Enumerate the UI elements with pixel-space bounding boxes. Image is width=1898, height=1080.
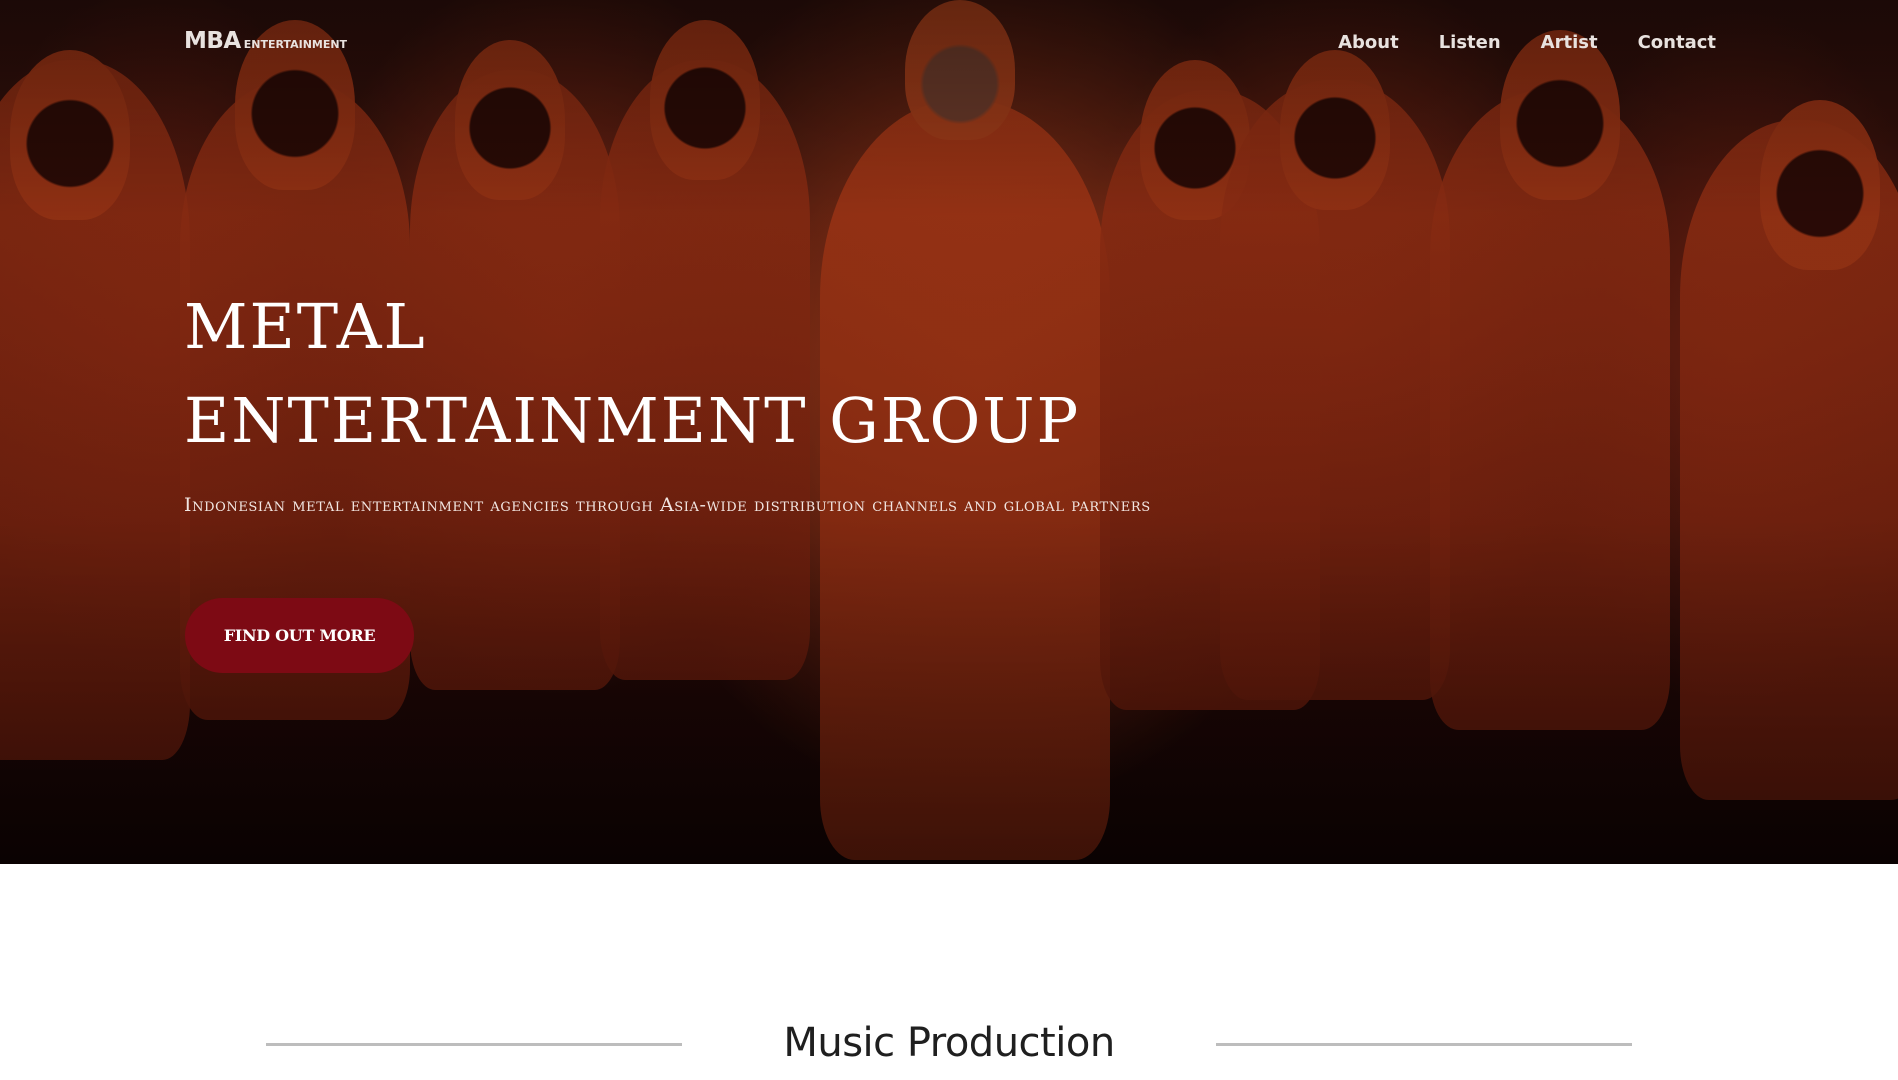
find-out-more-button[interactable]: FIND OUT MORE bbox=[185, 598, 414, 673]
music-production-heading: Music Production bbox=[0, 1010, 1898, 1080]
hero-subtitle: Indonesian metal entertainment agencies … bbox=[184, 494, 1151, 516]
hero-title-line1: METAL bbox=[184, 290, 427, 363]
nav-link-contact[interactable]: Contact bbox=[1638, 32, 1716, 53]
brand-subtitle: ENTERTAINMENT bbox=[243, 38, 348, 51]
hero-title-line2: ENTERTAINMENT GROUP bbox=[184, 384, 1081, 457]
brand-logo-link[interactable]: MBA ENTERTAINMENT bbox=[184, 28, 347, 54]
nav-link-listen[interactable]: Listen bbox=[1439, 32, 1501, 53]
nav-link-about[interactable]: About bbox=[1338, 32, 1399, 53]
hero-section: MBA ENTERTAINMENT About Listen Artist Con… bbox=[0, 0, 1898, 864]
nav-links: About Listen Artist Contact bbox=[1338, 32, 1716, 53]
brand-name: MBA bbox=[184, 28, 241, 54]
hero-title: METAL ENTERTAINMENT GROUP bbox=[184, 280, 1184, 468]
heading-divider-right bbox=[1216, 1043, 1632, 1046]
hero-text-block: METAL ENTERTAINMENT GROUP Indonesian met… bbox=[184, 280, 1184, 522]
nav-link-artist[interactable]: Artist bbox=[1541, 32, 1598, 53]
top-navbar: MBA ENTERTAINMENT About Listen Artist Con… bbox=[0, 0, 1898, 92]
